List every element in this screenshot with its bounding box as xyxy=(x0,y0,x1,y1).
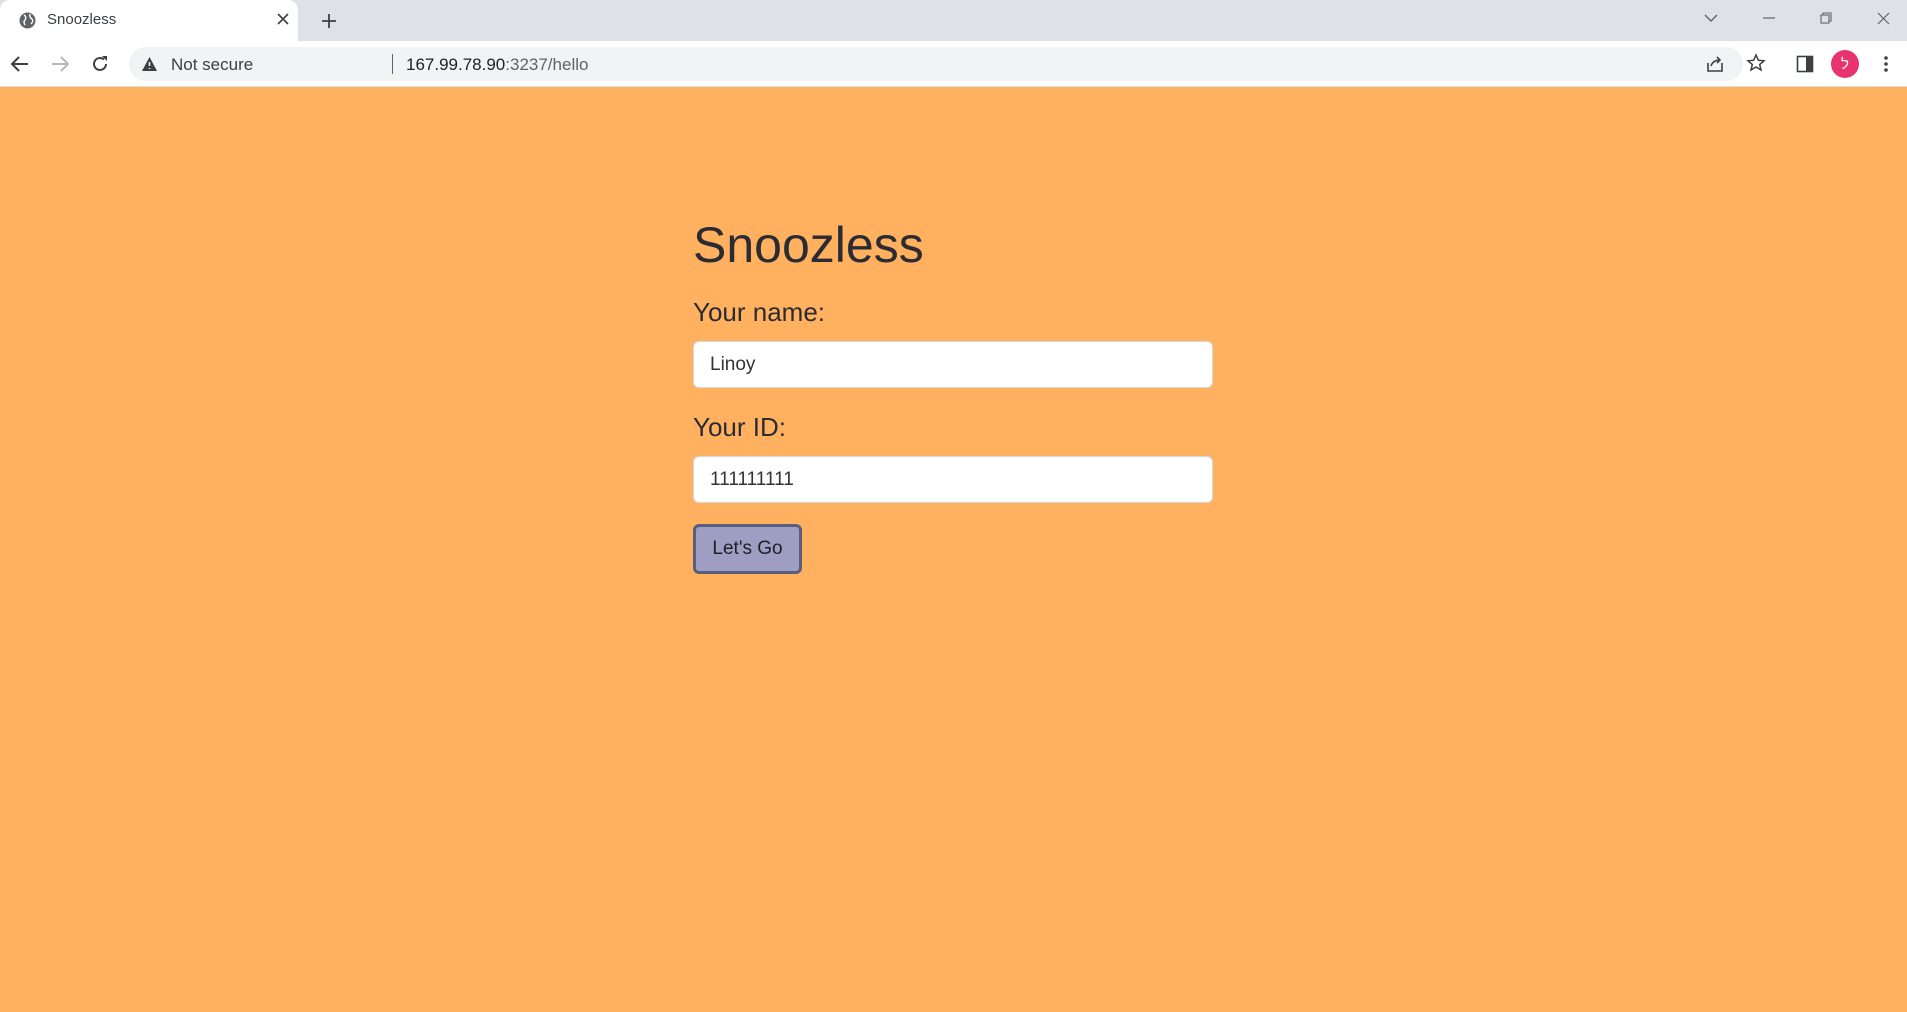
bookmark-star-icon[interactable] xyxy=(1746,53,1766,73)
new-tab-icon[interactable] xyxy=(316,8,342,34)
tab-search-icon[interactable] xyxy=(1696,6,1726,30)
url-text[interactable]: 167.99.78.90:3237/hello xyxy=(406,55,588,75)
name-field[interactable] xyxy=(693,341,1213,388)
address-bar[interactable]: Not secure 167.99.78.90:3237/hello xyxy=(129,47,1766,81)
close-tab-icon[interactable] xyxy=(273,9,293,29)
share-icon[interactable] xyxy=(1705,54,1725,74)
page-title: Snoozless xyxy=(693,217,924,273)
id-field[interactable] xyxy=(693,456,1213,503)
profile-avatar[interactable]: ל xyxy=(1831,50,1859,78)
page-body: Snoozless Your name: Your ID: Let's Go xyxy=(0,88,1907,1012)
back-icon[interactable] xyxy=(6,50,34,78)
tab-snoozless[interactable]: Snoozless xyxy=(0,0,298,41)
globe-icon xyxy=(18,11,37,30)
omnibox-divider xyxy=(392,54,393,74)
close-window-icon[interactable] xyxy=(1868,6,1898,30)
tab-title: Snoozless xyxy=(47,11,117,28)
tab-strip: Snoozless xyxy=(0,0,1907,41)
url-host: 167.99.78.90 xyxy=(406,55,506,74)
minimize-icon[interactable] xyxy=(1754,6,1784,30)
id-label: Your ID: xyxy=(693,412,786,442)
side-panel-icon[interactable] xyxy=(1791,50,1819,78)
warning-icon[interactable] xyxy=(141,56,158,72)
reload-icon[interactable] xyxy=(86,50,114,78)
forward-icon[interactable] xyxy=(46,50,74,78)
security-status[interactable]: Not secure xyxy=(171,55,253,75)
lets-go-button[interactable]: Let's Go xyxy=(693,524,802,574)
restore-icon[interactable] xyxy=(1811,6,1841,30)
url-path: :3237/hello xyxy=(505,55,589,74)
browser-toolbar: Not secure 167.99.78.90:3237/hello xyxy=(0,41,1907,87)
more-menu-icon[interactable] xyxy=(1872,50,1900,78)
name-label: Your name: xyxy=(693,297,826,327)
